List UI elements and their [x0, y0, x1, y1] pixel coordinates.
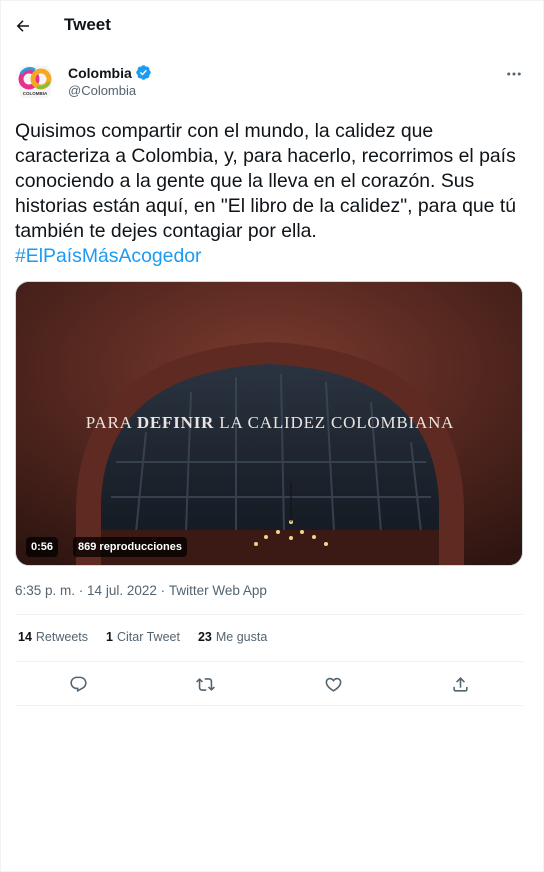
tweet-text: Quisimos compartir con el mundo, la cali…: [15, 120, 516, 242]
author-name[interactable]: Colombia: [68, 65, 132, 81]
page-title: Tweet: [64, 15, 111, 34]
author-name-row[interactable]: Colombia: [68, 64, 152, 81]
tweet-date[interactable]: 14 jul. 2022: [87, 583, 157, 598]
video-caption: PARA DEFINIR LA CALIDEZ COLOMBIANA: [85, 413, 455, 432]
more-horizontal-icon: [507, 72, 521, 76]
reply-button[interactable]: [61, 667, 95, 701]
back-button[interactable]: [7, 10, 39, 42]
reply-icon: [69, 676, 87, 692]
more-options-button[interactable]: [501, 61, 527, 87]
like-button[interactable]: [316, 667, 350, 701]
avatar-subtext: COLOMBIA: [23, 91, 48, 96]
retweets-stat[interactable]: 14 Retweets: [18, 630, 88, 644]
divider: [15, 614, 523, 615]
tweet-actions: [15, 667, 523, 701]
heart-icon: [325, 677, 341, 692]
tweet-stats: 14 Retweets 1 Citar Tweet 23 Me gusta: [18, 630, 285, 644]
retweet-icon: [195, 677, 215, 691]
verified-badge-icon: [135, 64, 152, 81]
avatar[interactable]: COLOMBIA: [15, 62, 55, 102]
divider: [15, 705, 523, 706]
hashtag-link[interactable]: #ElPaísMásAcogedor: [15, 244, 201, 269]
divider: [15, 661, 523, 662]
tweet-meta: 6:35 p. m. · 14 jul. 2022 · Twitter Web …: [15, 583, 267, 598]
meta-separator: ·: [156, 583, 169, 598]
quotes-stat[interactable]: 1 Citar Tweet: [106, 630, 180, 644]
tweet-page: Tweet COLOMBIA Colombia @Colombia Quisim…: [0, 0, 544, 872]
retweet-button[interactable]: [188, 667, 222, 701]
video-views-badge: 869 reproducciones: [73, 537, 187, 557]
tweet-time[interactable]: 6:35 p. m.: [15, 583, 75, 598]
video-player[interactable]: PARA DEFINIR LA CALIDEZ COLOMBIANA 0:56 …: [15, 281, 523, 566]
colombia-logo-icon: COLOMBIA: [15, 62, 55, 102]
video-duration-badge: 0:56: [26, 537, 59, 557]
author-handle[interactable]: @Colombia: [68, 83, 136, 98]
arrow-left-icon: [16, 20, 29, 32]
share-icon: [452, 676, 468, 692]
page-header: Tweet: [1, 1, 544, 51]
tweet-source-app[interactable]: Twitter Web App: [169, 583, 267, 598]
meta-separator: ·: [75, 583, 88, 598]
likes-stat[interactable]: 23 Me gusta: [198, 630, 267, 644]
share-button[interactable]: [443, 667, 477, 701]
